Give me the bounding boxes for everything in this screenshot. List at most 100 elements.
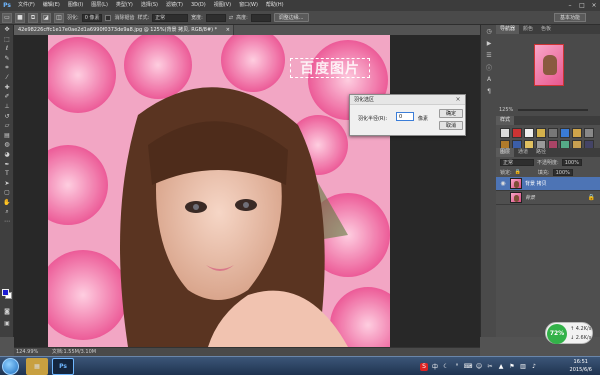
subtract-selection-icon[interactable]: ◪ [41, 12, 51, 23]
eye-icon[interactable]: ◉ [499, 180, 507, 188]
tab-color[interactable]: 颜色 [519, 25, 537, 34]
marquee-tool-icon[interactable]: ⬚ [0, 35, 14, 45]
menu-edit[interactable]: 编辑(E) [39, 0, 64, 11]
healing-brush-tool-icon[interactable]: ✚ [0, 83, 14, 93]
marquee-tool-icon[interactable]: ▭ [2, 12, 12, 23]
tab-paths[interactable]: 路径 [532, 148, 550, 157]
lock-icon[interactable]: 🔒 [515, 169, 521, 175]
canvas-image[interactable] [48, 35, 390, 347]
file-explorer-icon[interactable]: ▦ [26, 358, 48, 375]
blur-tool-icon[interactable]: ◍ [0, 140, 14, 150]
tab-styles[interactable]: 样式 [496, 116, 515, 125]
height-input[interactable] [250, 13, 271, 22]
tab-navigator[interactable]: 导航器 [496, 25, 520, 34]
close-button[interactable]: × [588, 0, 600, 11]
style-swatch[interactable] [512, 128, 522, 138]
punctuation-icon[interactable]: ° [453, 363, 461, 371]
swap-icon[interactable]: ⇄ [229, 15, 233, 21]
photoshop-taskbar-icon[interactable]: Ps [52, 358, 74, 375]
edit-toolbar-icon[interactable]: ⋯ [0, 217, 14, 227]
moon-icon[interactable]: ☾ [442, 363, 450, 371]
eyedropper-tool-icon[interactable]: ⁄ [0, 73, 14, 83]
paragraph-panel-icon[interactable]: ¶ [481, 85, 497, 97]
menu-window[interactable]: 窗口(W) [235, 0, 262, 11]
volume-icon[interactable]: ♪ [530, 363, 538, 371]
menu-3d[interactable]: 3D(D) [187, 0, 210, 11]
tab-swatches[interactable]: 色板 [537, 25, 555, 34]
shape-tool-icon[interactable]: ▢ [0, 188, 14, 198]
quick-mask-icon[interactable]: ◙ [0, 307, 14, 317]
start-button[interactable] [2, 358, 19, 375]
keyboard-icon[interactable]: ⌨ [464, 363, 473, 371]
eye-icon[interactable] [499, 194, 507, 202]
new-selection-icon[interactable]: ■ [15, 12, 25, 23]
info-panel-icon[interactable]: ⓘ [481, 61, 497, 73]
style-swatch[interactable] [560, 128, 570, 138]
menu-type[interactable]: 类型(Y) [112, 0, 137, 11]
character-panel-icon[interactable]: A [481, 73, 497, 85]
intersect-selection-icon[interactable]: ◫ [54, 12, 64, 23]
document-info[interactable]: 文档:1.55M/3.10M [52, 349, 96, 355]
zoom-tool-icon[interactable]: ⌕ [0, 207, 14, 217]
menu-filter[interactable]: 滤镜(T) [162, 0, 187, 11]
layer-row[interactable]: 背景 🔒 [496, 191, 600, 205]
dodge-tool-icon[interactable]: ◕ [0, 150, 14, 160]
minimize-button[interactable]: – [564, 0, 576, 11]
menu-file[interactable]: 文件(F) [14, 0, 39, 11]
path-select-tool-icon[interactable]: ➤ [0, 179, 14, 189]
maximize-button[interactable]: □ [576, 0, 588, 11]
menu-select[interactable]: 选择(S) [137, 0, 162, 11]
lasso-tool-icon[interactable]: ℓ [0, 44, 14, 54]
feather-radius-input[interactable]: 0 [396, 112, 414, 121]
blend-mode-select[interactable]: 正常 [500, 158, 534, 166]
flag-icon[interactable]: ⚑ [508, 363, 516, 371]
screen-mode-icon[interactable]: ▣ [0, 319, 14, 329]
hand-tool-icon[interactable]: ✋ [0, 198, 14, 208]
zoom-level[interactable]: 124.99% [16, 349, 38, 355]
tab-channels[interactable]: 通道 [514, 148, 532, 157]
style-swatch[interactable] [572, 128, 582, 138]
refine-edge-button[interactable]: 调整边缘... [273, 13, 309, 22]
clock[interactable]: 16:51 2015/6/6 [570, 358, 592, 374]
style-swatch[interactable] [536, 128, 546, 138]
navigator-zoom-slider[interactable] [518, 109, 588, 111]
ok-button[interactable]: 确定 [439, 109, 463, 118]
add-selection-icon[interactable]: ⧉ [28, 12, 38, 23]
history-brush-tool-icon[interactable]: ↺ [0, 111, 14, 121]
navigator-zoom[interactable]: 125% [499, 107, 513, 113]
close-icon[interactable]: × [453, 96, 463, 104]
pen-tool-icon[interactable]: ✒ [0, 159, 14, 169]
move-tool-icon[interactable]: ✥ [0, 25, 14, 35]
layer-row[interactable]: ◉ 背景 拷贝 [496, 177, 600, 191]
style-swatch[interactable] [524, 128, 534, 138]
type-tool-icon[interactable]: T [0, 169, 14, 179]
arrow-up-icon[interactable]: ▲ [497, 363, 505, 371]
foreground-color-swatch[interactable] [2, 289, 9, 296]
tools-icon[interactable]: ✂ [486, 363, 494, 371]
menu-image[interactable]: 图像(I) [64, 0, 87, 11]
tab-layers[interactable]: 图层 [496, 148, 515, 157]
actions-panel-icon[interactable]: ▶ [481, 37, 497, 49]
width-input[interactable] [205, 13, 226, 22]
menu-view[interactable]: 视图(V) [210, 0, 235, 11]
workspace-button[interactable]: 基本功能 [553, 13, 586, 22]
gradient-tool-icon[interactable]: ▤ [0, 131, 14, 141]
fill-input[interactable]: 100% [552, 168, 573, 176]
history-panel-icon[interactable]: ◷ [481, 25, 497, 37]
input-method-icon[interactable]: S [420, 362, 428, 371]
network-icon[interactable]: ▥ [519, 363, 527, 371]
menu-help[interactable]: 帮助(H) [262, 0, 288, 11]
close-icon[interactable]: × [226, 25, 230, 35]
eraser-tool-icon[interactable]: ▱ [0, 121, 14, 131]
document-tab[interactable]: 42e98226cffc1e17e0ae2d1a6990f0373de9a8.j… [14, 25, 234, 35]
style-swatch[interactable] [584, 128, 594, 138]
network-monitor-widget[interactable]: 72% ↑ 4.2K/s ↓ 2.6K/s [545, 322, 593, 344]
menu-layer[interactable]: 图层(L) [87, 0, 112, 11]
crop-tool-icon[interactable]: ⌗ [0, 63, 14, 73]
cancel-button[interactable]: 取消 [439, 121, 463, 130]
quick-select-tool-icon[interactable]: ✎ [0, 54, 14, 64]
properties-panel-icon[interactable]: ☰ [481, 49, 497, 61]
feather-input[interactable]: 0 像素 [81, 13, 103, 22]
brush-tool-icon[interactable]: ✐ [0, 92, 14, 102]
antialias-checkbox[interactable] [105, 14, 112, 21]
